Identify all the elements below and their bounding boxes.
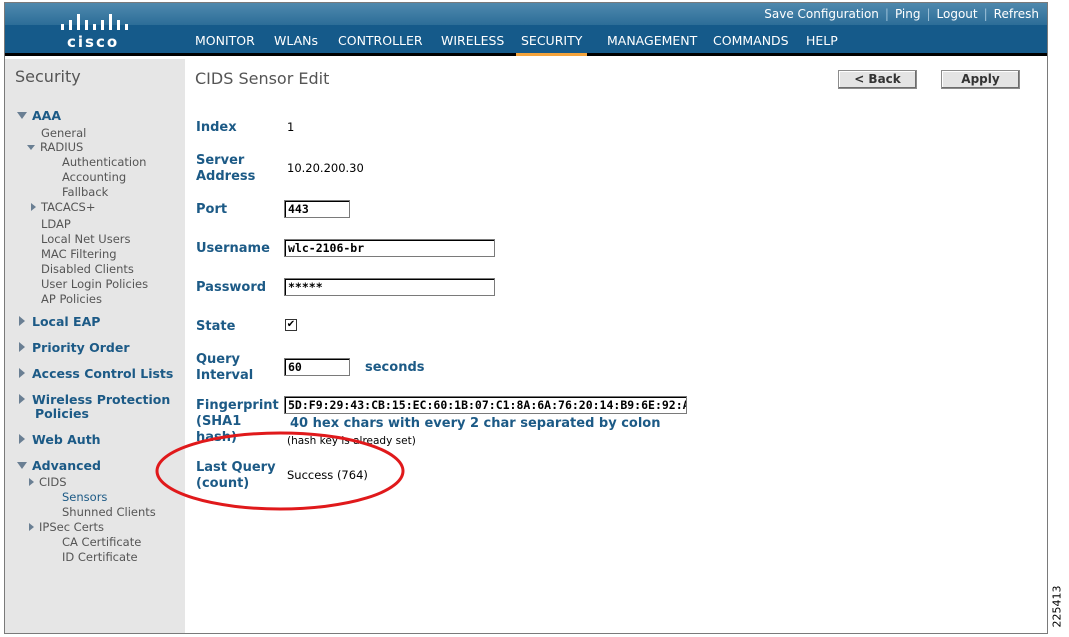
- sidebar-item-general[interactable]: General: [41, 126, 86, 140]
- nav-wireless[interactable]: WIRELESS: [436, 31, 509, 56]
- collapsed-arrow-icon: [19, 368, 25, 378]
- index-value: 1: [287, 120, 295, 134]
- ping-link[interactable]: Ping: [895, 7, 921, 21]
- fingerprint-label: Fingerprint (SHA1 hash): [196, 398, 279, 445]
- index-label: Index: [196, 120, 237, 135]
- nav-wlans[interactable]: WLANs: [269, 31, 323, 56]
- sidebar-item-shunned-clients[interactable]: Shunned Clients: [62, 505, 156, 519]
- sidebar-item-id-certificate[interactable]: ID Certificate: [62, 550, 138, 564]
- sidebar-item-authentication[interactable]: Authentication: [62, 155, 146, 169]
- expanded-arrow-icon: [17, 462, 27, 469]
- sidebar-item-local-eap[interactable]: Local EAP: [19, 314, 100, 329]
- nav-commands[interactable]: COMMANDS: [708, 31, 794, 56]
- state-label: State: [196, 319, 236, 334]
- sidebar-item-radius[interactable]: RADIUS: [27, 140, 83, 154]
- refresh-link[interactable]: Refresh: [994, 7, 1039, 21]
- sidebar-item-user-login-policies[interactable]: User Login Policies: [41, 277, 148, 291]
- fingerprint-hint: 40 hex chars with every 2 char separated…: [290, 416, 661, 431]
- query-interval-field[interactable]: 60: [284, 358, 350, 376]
- nav-help[interactable]: HELP: [801, 31, 843, 56]
- save-configuration-link[interactable]: Save Configuration: [764, 7, 879, 21]
- sidebar: Security AAA General RADIUS Authenticati…: [5, 59, 185, 633]
- server-address-label: Server Address: [196, 153, 256, 184]
- sidebar-item-cids[interactable]: CIDS: [29, 475, 67, 489]
- username-field[interactable]: wlc-2106-br: [284, 239, 495, 257]
- query-interval-unit: seconds: [365, 360, 425, 375]
- back-button[interactable]: < Back: [838, 70, 917, 89]
- sidebar-item-web-auth[interactable]: Web Auth: [19, 432, 101, 447]
- sidebar-item-mac-filtering[interactable]: MAC Filtering: [41, 247, 117, 261]
- page-title: CIDS Sensor Edit: [195, 69, 330, 88]
- port-label: Port: [196, 202, 228, 217]
- utility-links: Save Configuration | Ping | Logout | Refresh: [764, 7, 1039, 21]
- sidebar-item-aaa[interactable]: AAA: [17, 108, 61, 123]
- header-bar: cisco Save Configuration | Ping | Logout | Ref…: [5, 3, 1047, 56]
- password-field[interactable]: *****: [284, 278, 495, 296]
- collapsed-arrow-icon: [29, 478, 34, 486]
- collapsed-arrow-icon: [31, 203, 36, 211]
- cisco-bars-icon: [59, 10, 129, 30]
- sidebar-item-wireless-protection-policies[interactable]: Wireless Protection: [19, 392, 170, 407]
- expanded-arrow-icon: [27, 145, 35, 150]
- sidebar-item-advanced[interactable]: Advanced: [17, 458, 101, 473]
- fingerprint-note: (hash key is already set): [287, 435, 416, 447]
- password-label: Password: [196, 280, 267, 295]
- sidebar-item-ldap[interactable]: LDAP: [41, 217, 71, 231]
- collapsed-arrow-icon: [19, 342, 25, 352]
- sidebar-title: Security: [15, 67, 81, 86]
- collapsed-arrow-icon: [19, 316, 25, 326]
- sidebar-item-ap-policies[interactable]: AP Policies: [41, 292, 102, 306]
- query-interval-label: Query Interval: [196, 352, 254, 383]
- last-query-label: Last Query (count): [196, 460, 276, 491]
- collapsed-arrow-icon: [19, 394, 25, 404]
- sidebar-item-access-control-lists[interactable]: Access Control Lists: [19, 366, 173, 381]
- sidebar-item-priority-order[interactable]: Priority Order: [19, 340, 130, 355]
- sidebar-item-fallback[interactable]: Fallback: [62, 185, 108, 199]
- nav-controller[interactable]: CONTROLLER: [333, 31, 428, 56]
- sidebar-item-sensors[interactable]: Sensors: [62, 490, 107, 504]
- last-query-value: Success (764): [287, 468, 368, 482]
- collapsed-arrow-icon: [29, 523, 34, 531]
- nav-management[interactable]: MANAGEMENT: [602, 31, 702, 56]
- sidebar-item-wpp-line2[interactable]: Policies: [35, 406, 89, 421]
- sidebar-item-local-net-users[interactable]: Local Net Users: [41, 232, 131, 246]
- sidebar-item-disabled-clients[interactable]: Disabled Clients: [41, 262, 134, 276]
- logout-link[interactable]: Logout: [937, 7, 978, 21]
- cisco-logo-text: cisco: [67, 33, 120, 51]
- server-address-value: 10.20.200.30: [287, 161, 364, 175]
- sidebar-item-accounting[interactable]: Accounting: [62, 170, 126, 184]
- main-content: CIDS Sensor Edit < Back Apply Index 1 Se…: [185, 59, 1047, 633]
- port-field[interactable]: 443: [284, 200, 350, 218]
- apply-button[interactable]: Apply: [941, 70, 1020, 89]
- sidebar-item-ca-certificate[interactable]: CA Certificate: [62, 535, 141, 549]
- nav-monitor[interactable]: MONITOR: [190, 31, 260, 56]
- figure-id: 225413: [1050, 585, 1064, 628]
- cisco-logo: cisco: [45, 6, 145, 52]
- state-checkbox[interactable]: ✔: [285, 319, 297, 331]
- browser-frame: cisco Save Configuration | Ping | Logout | Ref…: [4, 2, 1048, 634]
- sidebar-item-tacacs[interactable]: TACACS+: [31, 200, 95, 214]
- collapsed-arrow-icon: [19, 434, 25, 444]
- nav-security[interactable]: SECURITY: [516, 31, 588, 56]
- expanded-arrow-icon: [17, 112, 27, 119]
- sidebar-item-ipsec-certs[interactable]: IPSec Certs: [29, 520, 104, 534]
- fingerprint-field[interactable]: 5D:F9:29:43:CB:15:EC:60:1B:07:C1:8A:6A:7…: [284, 396, 687, 414]
- username-label: Username: [196, 241, 270, 256]
